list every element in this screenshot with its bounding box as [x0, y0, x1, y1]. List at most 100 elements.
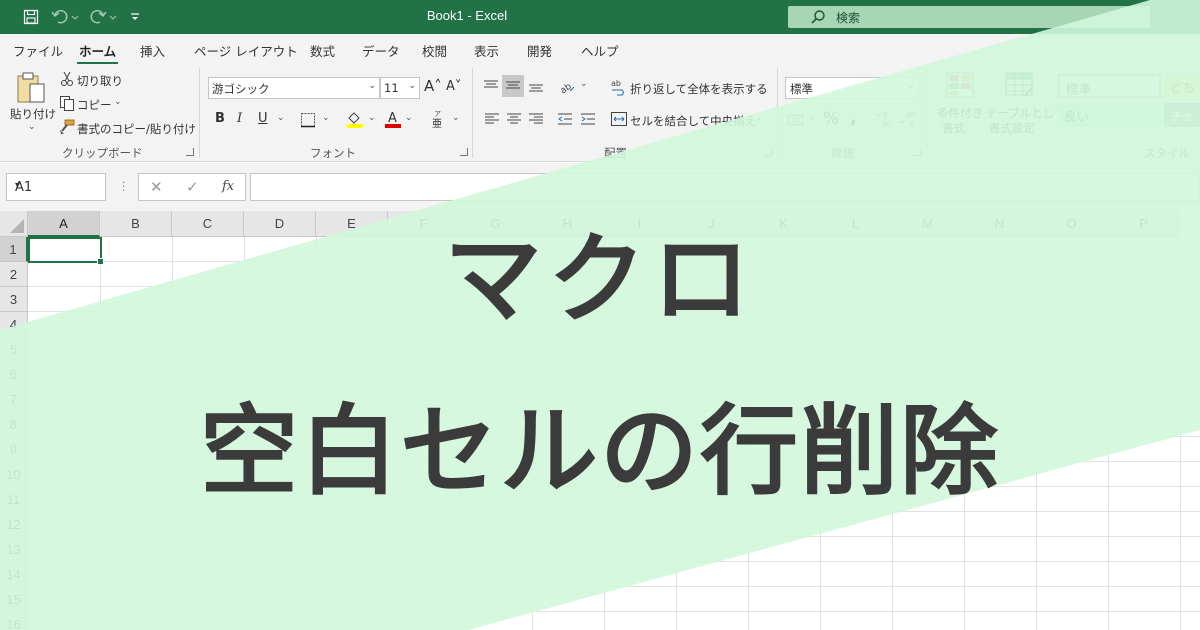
- tab-insert[interactable]: 挿入: [140, 41, 165, 60]
- cancel-icon[interactable]: ✕: [150, 178, 163, 196]
- align-center-icon[interactable]: [506, 111, 522, 130]
- tab-help[interactable]: ヘルプ: [581, 41, 619, 60]
- phonetic-guide-icon[interactable]: ア亜: [430, 109, 446, 133]
- align-right-icon[interactable]: [528, 111, 544, 130]
- clipboard-launcher-icon[interactable]: [186, 148, 194, 156]
- chevron-down-icon: ⌄: [907, 81, 915, 91]
- accounting-format-icon[interactable]: [787, 112, 805, 131]
- tab-data[interactable]: データ: [362, 41, 400, 60]
- align-middle-icon[interactable]: [502, 75, 524, 97]
- row-header[interactable]: 16: [0, 612, 28, 630]
- chevron-down-icon[interactable]: ⌄: [368, 113, 376, 123]
- tab-home[interactable]: ホーム: [76, 41, 119, 65]
- search-placeholder: 検索: [836, 11, 861, 25]
- svg-text:A: A: [388, 111, 397, 126]
- scissors-icon: [60, 71, 74, 91]
- wrap-text-icon: ab: [610, 78, 628, 100]
- name-box[interactable]: A1 ▾: [6, 173, 106, 201]
- headline-subtitle: 空白セルの行削除: [199, 395, 1000, 509]
- group-divider: [777, 68, 778, 158]
- number-format-select[interactable]: 標準 ⌄: [785, 77, 919, 99]
- copy-dropdown-icon[interactable]: ⌄: [114, 97, 122, 107]
- font-size-select[interactable]: 11 ⌄: [380, 77, 420, 99]
- cell-style-check[interactable]: チェ: [1164, 103, 1200, 127]
- gridline: [28, 586, 1200, 587]
- font-launcher-icon[interactable]: [460, 148, 468, 156]
- cell-style-good[interactable]: 良い: [1058, 103, 1161, 127]
- row-header[interactable]: 13: [0, 537, 28, 562]
- font-name-select[interactable]: 游ゴシック ⌄: [208, 77, 380, 99]
- tab-formulas[interactable]: 数式: [310, 41, 335, 60]
- gridline: [28, 536, 1200, 537]
- comma-style-icon[interactable]: ,: [850, 107, 857, 128]
- styles-group-label: スタイル: [1144, 146, 1190, 160]
- align-bottom-icon[interactable]: [527, 78, 545, 98]
- chevron-down-icon[interactable]: ⌄: [808, 113, 816, 123]
- headline-macro: マクロ: [443, 223, 756, 337]
- format-painter-button[interactable]: 書式のコピー/貼り付け: [77, 121, 196, 137]
- svg-text:ア: ア: [434, 110, 441, 118]
- svg-text:.0: .0: [908, 120, 915, 128]
- paste-icon[interactable]: [14, 70, 48, 110]
- bold-button[interactable]: B: [215, 111, 225, 126]
- svg-text:ab: ab: [559, 82, 574, 95]
- increase-indent-icon[interactable]: [580, 111, 596, 130]
- decrease-decimal-icon[interactable]: .00.0: [899, 110, 919, 132]
- row-header[interactable]: 12: [0, 512, 28, 537]
- tab-review[interactable]: 校閲: [422, 41, 447, 60]
- fill-color-icon[interactable]: [346, 110, 364, 132]
- cut-button[interactable]: 切り取り: [77, 73, 123, 89]
- ribbon: 貼り付け ⌄ 切り取り コピー ⌄ 書式のコピー/貼り付け クリップボード 游ゴ…: [0, 64, 1200, 162]
- chevron-down-icon[interactable]: ⌄: [322, 113, 330, 123]
- chevron-down-icon[interactable]: ⌄: [277, 113, 285, 123]
- merge-center-button[interactable]: セルを結合して中央揃え: [630, 113, 756, 129]
- chevron-down-icon[interactable]: ⌄: [405, 113, 413, 123]
- formula-bar-grip-icon[interactable]: ⋮: [118, 179, 130, 193]
- tab-developer[interactable]: 開発: [527, 41, 552, 60]
- chevron-down-icon[interactable]: ⌄: [452, 113, 460, 123]
- format-as-table-button[interactable]: テーブルとして: [986, 105, 1065, 121]
- merge-center-icon: [610, 111, 628, 131]
- decrease-font-icon[interactable]: A˅: [446, 79, 461, 94]
- alignment-launcher-icon[interactable]: [764, 148, 772, 156]
- increase-font-icon[interactable]: A˄: [424, 77, 442, 95]
- chevron-down-icon[interactable]: ⌄: [755, 113, 763, 123]
- gridline: [28, 611, 1200, 612]
- align-left-icon[interactable]: [484, 111, 500, 130]
- cell-style-normal[interactable]: 標準: [1058, 74, 1161, 98]
- insert-function-icon[interactable]: fx: [222, 179, 234, 194]
- paste-dropdown-icon[interactable]: ⌄: [28, 122, 36, 132]
- tab-file[interactable]: ファイル: [13, 41, 63, 60]
- enter-icon[interactable]: ✓: [186, 178, 199, 196]
- chevron-down-icon: ⌄: [368, 81, 376, 91]
- orientation-icon[interactable]: ab: [558, 77, 576, 99]
- conditional-formatting-button[interactable]: 条件付き: [937, 105, 983, 121]
- underline-button[interactable]: U: [258, 111, 268, 126]
- borders-icon[interactable]: [300, 112, 316, 132]
- formula-input[interactable]: [250, 173, 1200, 201]
- chevron-down-icon[interactable]: ⌄: [580, 79, 588, 89]
- search-box[interactable]: 検索: [788, 6, 1150, 28]
- gridline: [28, 561, 1200, 562]
- chevron-down-icon: ▾: [15, 180, 21, 191]
- paste-button[interactable]: 貼り付け: [10, 106, 56, 122]
- format-painter-icon: [58, 119, 76, 139]
- increase-decimal-icon[interactable]: 0.00: [876, 110, 896, 132]
- wrap-text-button[interactable]: 折り返して全体を表示する: [630, 81, 768, 97]
- copy-button[interactable]: コピー: [77, 97, 112, 113]
- percent-style-icon[interactable]: %: [823, 109, 839, 129]
- number-format-value: 標準: [790, 82, 813, 96]
- conditional-formatting-icon: [946, 72, 974, 102]
- decrease-indent-icon[interactable]: [557, 111, 573, 130]
- group-divider: [472, 68, 473, 158]
- group-divider: [927, 68, 928, 158]
- number-launcher-icon[interactable]: [914, 148, 922, 156]
- row-header[interactable]: 14: [0, 562, 28, 587]
- align-top-icon[interactable]: [482, 78, 500, 98]
- cell-style-neutral[interactable]: どち: [1164, 74, 1200, 98]
- tab-view[interactable]: 表示: [474, 41, 499, 60]
- italic-button[interactable]: I: [237, 111, 242, 126]
- font-color-icon[interactable]: A: [384, 110, 402, 132]
- row-header[interactable]: 15: [0, 587, 28, 612]
- tab-page-layout[interactable]: ページ レイアウト: [194, 41, 298, 60]
